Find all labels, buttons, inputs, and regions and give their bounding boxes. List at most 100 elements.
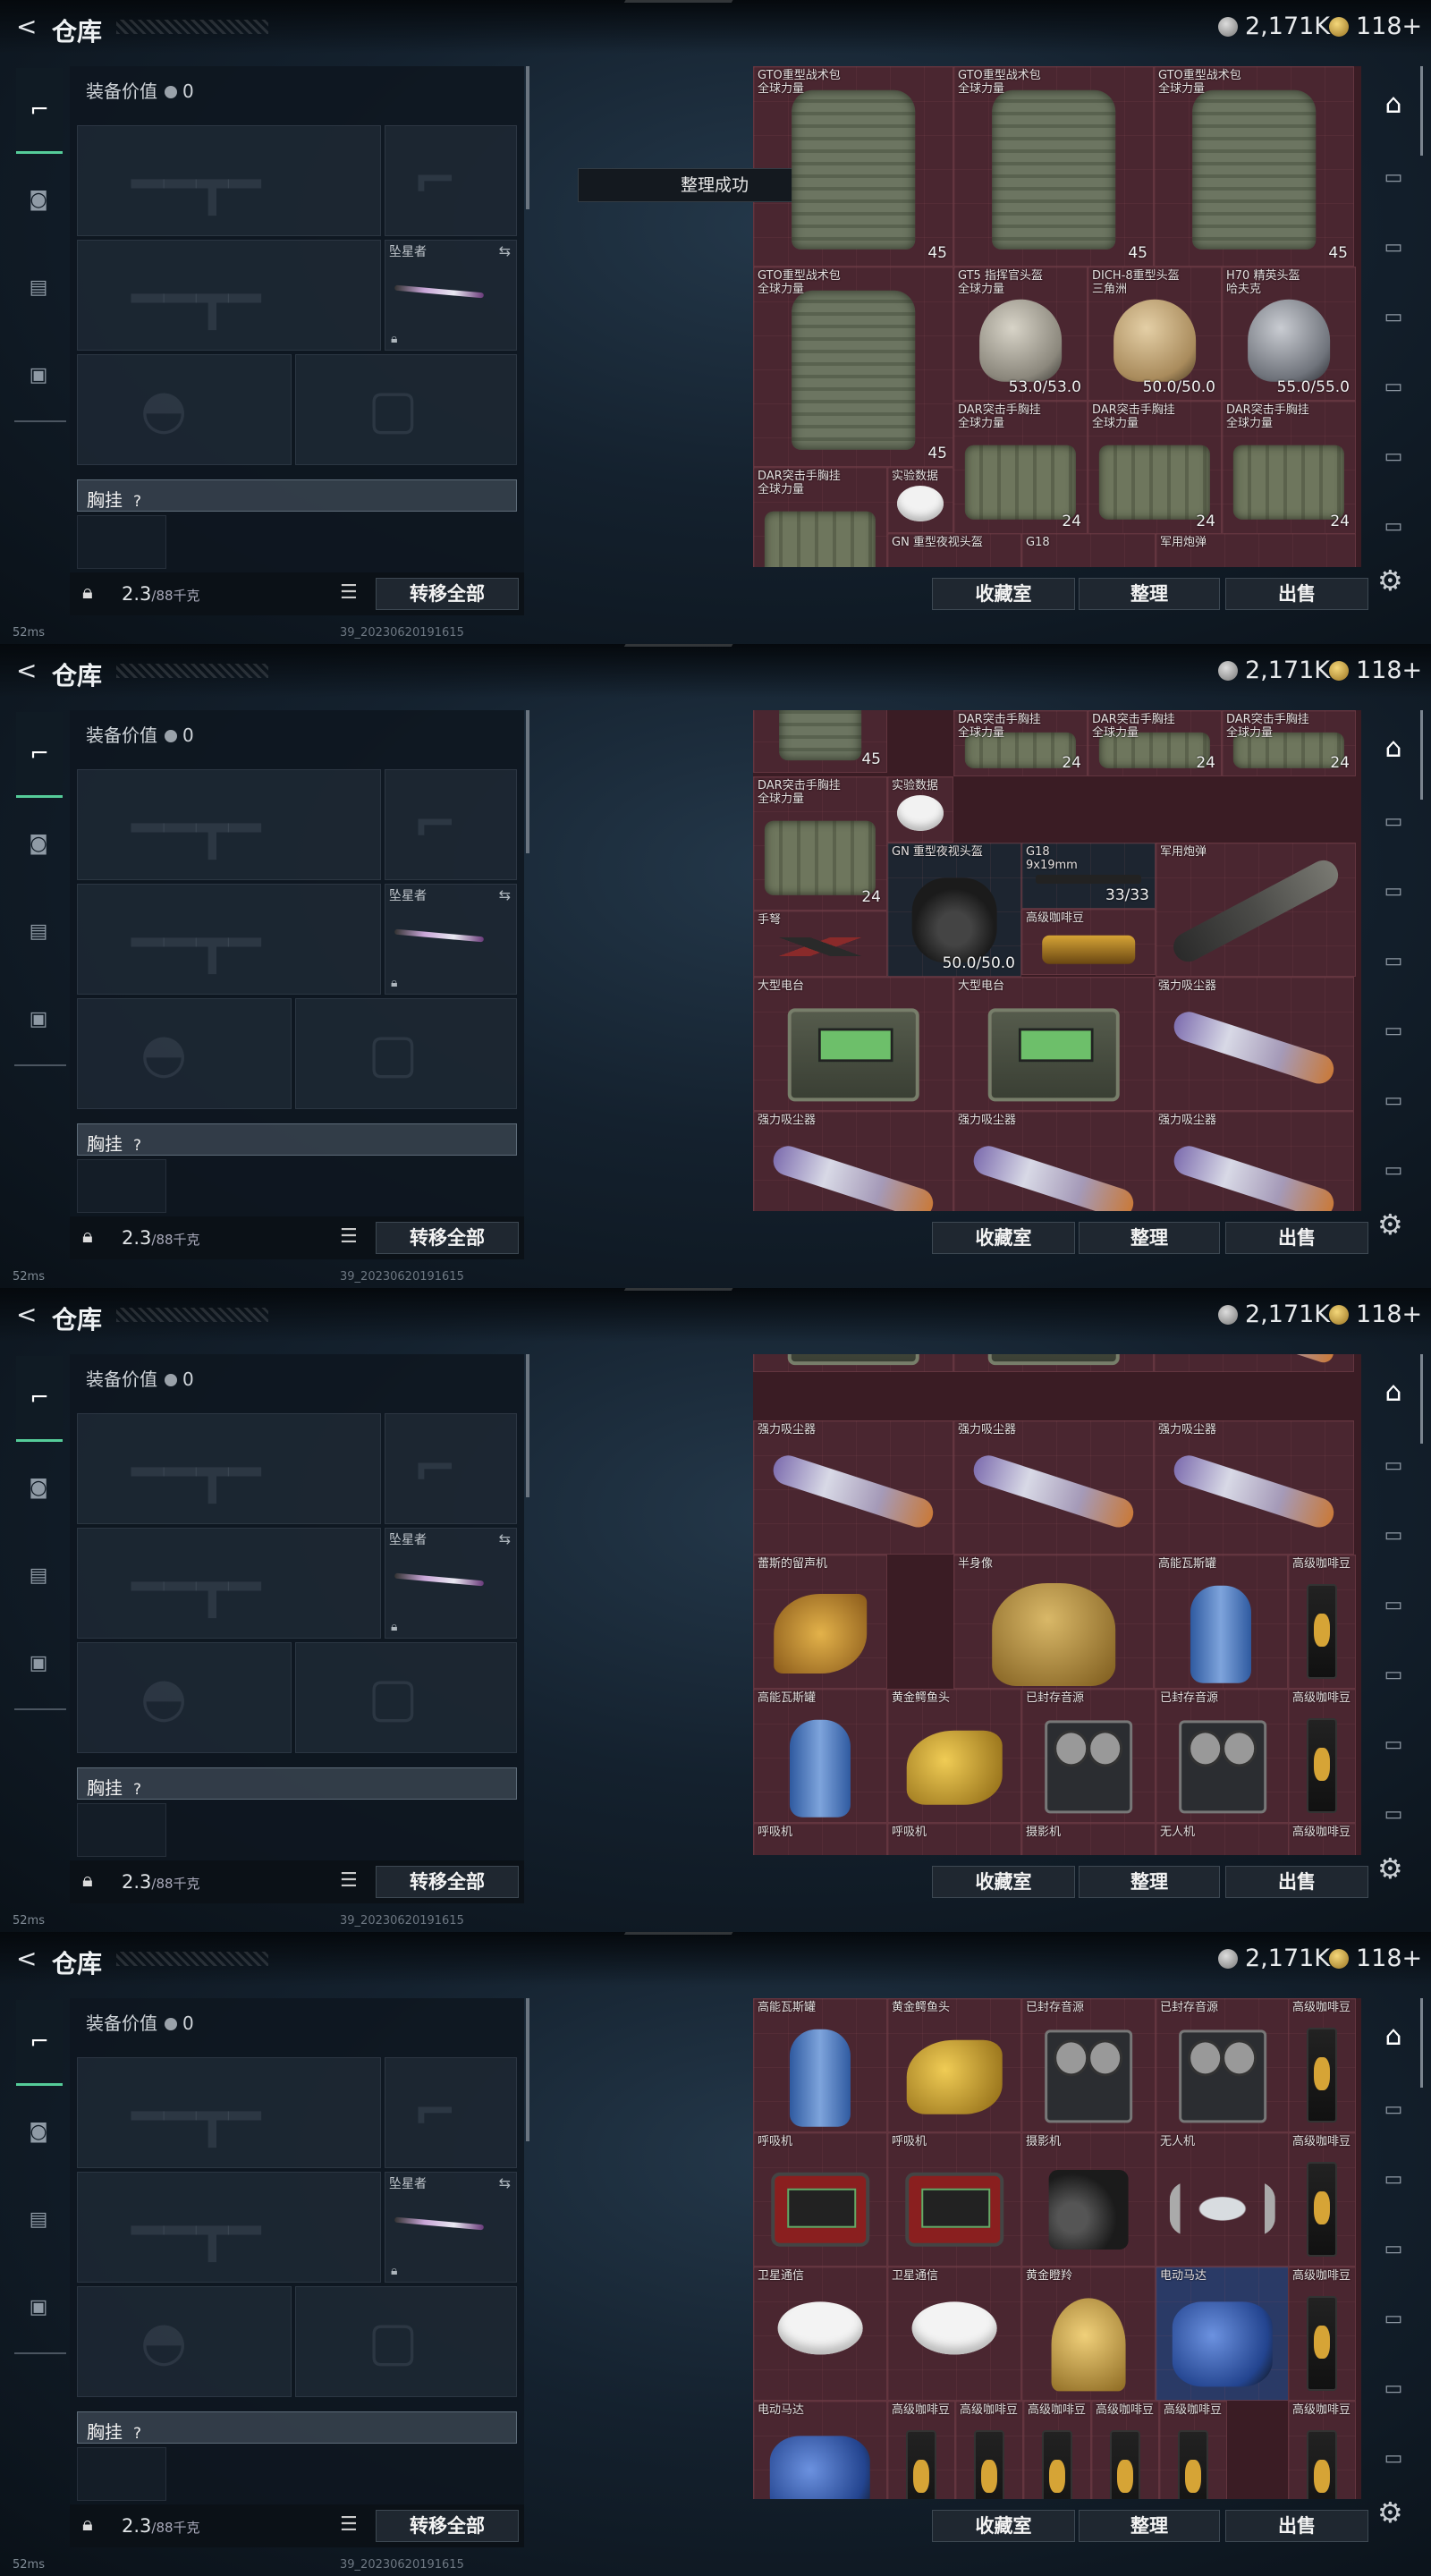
storage-item[interactable]: 高能瓦斯罐: [753, 1998, 887, 2132]
helmet-slot[interactable]: ◓: [77, 354, 292, 465]
storage-item[interactable]: 大型电台: [953, 977, 1154, 1111]
gold-currency[interactable]: 118+: [1329, 1945, 1422, 1972]
armor-tab-icon[interactable]: ◙: [18, 179, 59, 220]
storage-item[interactable]: 已封存音源: [1021, 1998, 1156, 2132]
collection-room-button[interactable]: 收藏室: [932, 578, 1075, 610]
storage-item[interactable]: 蕾斯的留声机: [753, 1555, 887, 1689]
pistol-tab-icon[interactable]: ⌐: [16, 1356, 63, 1442]
briefcase-tab-icon[interactable]: ▣: [18, 2286, 59, 2327]
warehouse-tab-icon[interactable]: ⌂: [1368, 723, 1418, 773]
swap-icon[interactable]: ⇆: [499, 242, 511, 259]
clipboard-tab-icon[interactable]: ▤: [18, 267, 59, 308]
storage-page-2-icon[interactable]: ▭: [1368, 1440, 1418, 1490]
storage-page-6-icon[interactable]: ▭: [1368, 431, 1418, 481]
storage-item[interactable]: 无人机: [1156, 1823, 1290, 1855]
chest-rig-contents[interactable]: [77, 2447, 166, 2501]
warehouse-tab-icon[interactable]: ⌂: [1368, 2011, 1418, 2061]
storage-item[interactable]: 黄金鳄鱼头: [887, 1998, 1021, 2132]
storage-item[interactable]: GTO重型战术包 全球力量 45: [753, 267, 953, 467]
storage-item[interactable]: 军用炮弹: [1156, 533, 1356, 567]
armor-slot[interactable]: ▢: [295, 2286, 517, 2397]
sort-button[interactable]: 整理: [1079, 578, 1220, 610]
storage-item[interactable]: 高级咖啡豆: [1288, 1555, 1356, 1689]
storage-item[interactable]: 呼吸机: [887, 1823, 1021, 1855]
gold-currency[interactable]: 118+: [1329, 13, 1422, 40]
storage-item[interactable]: 高级咖啡豆: [1288, 2267, 1356, 2401]
transfer-all-button[interactable]: 转移全部: [376, 578, 519, 610]
chest-rig-slot[interactable]: 胸挂?: [77, 479, 517, 512]
storage-item[interactable]: 无人机: [1156, 2132, 1290, 2267]
storage-item[interactable]: 摄影机: [1021, 2132, 1156, 2267]
primary-weapon-slot[interactable]: ━━┳━: [77, 125, 381, 236]
storage-item[interactable]: 实验数据: [887, 467, 953, 533]
back-icon[interactable]: <: [16, 1302, 37, 1327]
storage-item[interactable]: GTO重型战术包 全球力量 45: [753, 66, 953, 267]
storage-item[interactable]: 卫星通信: [753, 2267, 887, 2401]
storage-item[interactable]: 呼吸机: [887, 2132, 1021, 2267]
storage-item[interactable]: 高级咖啡豆: [1091, 2401, 1159, 2499]
pistol-slot[interactable]: ⌐: [385, 2057, 517, 2168]
storage-item[interactable]: [953, 1354, 1154, 1372]
storage-item[interactable]: 强力吸尘器: [953, 1420, 1154, 1555]
storage-item[interactable]: 强力吸尘器: [1154, 1420, 1354, 1555]
storage-item[interactable]: DAR突击手胸挂 全球力量 24: [753, 776, 887, 911]
storage-item[interactable]: GN 重型夜视头盔 50.0/50.0: [887, 843, 1021, 977]
storage-page-5-icon[interactable]: ▭: [1368, 1005, 1418, 1055]
collection-room-button[interactable]: 收藏室: [932, 2510, 1075, 2542]
transfer-all-button[interactable]: 转移全部: [376, 2510, 519, 2542]
storage-page-6-icon[interactable]: ▭: [1368, 1075, 1418, 1125]
storage-item[interactable]: H70 精英头盔 哈夫克 55.0/55.0: [1222, 267, 1356, 401]
swap-icon[interactable]: ⇆: [499, 886, 511, 903]
storage-item[interactable]: 黄金瞪羚: [1021, 2267, 1156, 2401]
sort-button[interactable]: 整理: [1079, 1222, 1220, 1254]
storage-page-4-icon[interactable]: ▭: [1368, 292, 1418, 342]
storage-item[interactable]: 强力吸尘器: [753, 1111, 953, 1211]
storage-page-3-icon[interactable]: ▭: [1368, 2154, 1418, 2204]
pistol-slot[interactable]: ⌐: [385, 769, 517, 880]
helmet-slot[interactable]: ◓: [77, 1642, 292, 1753]
storage-item[interactable]: G18: [1021, 533, 1156, 567]
list-icon[interactable]: ☰: [340, 581, 358, 604]
storage-item[interactable]: 强力吸尘器: [753, 1420, 953, 1555]
melee-slot[interactable]: 坠星者 ⇆ 🔒︎: [385, 2172, 517, 2283]
storage-item[interactable]: 高级咖啡豆: [1288, 1823, 1356, 1855]
chest-rig-slot[interactable]: 胸挂?: [77, 1767, 517, 1800]
storage-item[interactable]: 强力吸尘器: [953, 1111, 1154, 1211]
sell-button[interactable]: 出售: [1225, 1866, 1368, 1898]
transfer-all-button[interactable]: 转移全部: [376, 1866, 519, 1898]
briefcase-tab-icon[interactable]: ▣: [18, 1642, 59, 1683]
collection-room-button[interactable]: 收藏室: [932, 1222, 1075, 1254]
storage-item[interactable]: 高级咖啡豆: [1288, 2401, 1356, 2499]
storage-page-5-icon[interactable]: ▭: [1368, 1649, 1418, 1699]
storage-item[interactable]: DAR突击手胸挂 全球力量 24: [1088, 401, 1222, 535]
storage-page-2-icon[interactable]: ▭: [1368, 2084, 1418, 2134]
storage-item[interactable]: 高级咖啡豆: [1288, 2132, 1356, 2267]
storage-page-3-icon[interactable]: ▭: [1368, 1510, 1418, 1560]
storage-item[interactable]: 已封存音源: [1021, 1689, 1156, 1823]
storage-page-7-icon[interactable]: ▭: [1368, 501, 1418, 551]
pistol-slot[interactable]: ⌐: [385, 1413, 517, 1524]
secondary-weapon-slot[interactable]: ━━┳━: [77, 240, 381, 351]
armor-slot[interactable]: ▢: [295, 998, 517, 1109]
storage-item[interactable]: G18 9x19mm 33/33: [1021, 843, 1156, 909]
storage-page-2-icon[interactable]: ▭: [1368, 152, 1418, 202]
storage-item[interactable]: 高能瓦斯罐: [1154, 1555, 1288, 1689]
storage-item[interactable]: 摄影机: [1021, 1823, 1156, 1855]
warehouse-tab-icon[interactable]: ⌂: [1368, 79, 1418, 129]
storage-item[interactable]: GTO重型战术包 全球力量 45: [1154, 66, 1354, 267]
chest-rig-slot[interactable]: 胸挂?: [77, 1123, 517, 1156]
storage-item[interactable]: 已封存音源: [1156, 1689, 1290, 1823]
swap-icon[interactable]: ⇆: [499, 2174, 511, 2191]
storage-page-7-icon[interactable]: ▭: [1368, 1145, 1418, 1195]
storage-item[interactable]: 实验数据: [887, 776, 953, 843]
storage-scrollbar[interactable]: [1420, 1354, 1423, 1444]
melee-slot[interactable]: 坠星者 ⇆ 🔒︎: [385, 1528, 517, 1639]
storage-page-2-icon[interactable]: ▭: [1368, 796, 1418, 846]
sell-button[interactable]: 出售: [1225, 2510, 1368, 2542]
melee-slot[interactable]: 坠星者 ⇆ 🔒︎: [385, 240, 517, 351]
storage-page-4-icon[interactable]: ▭: [1368, 936, 1418, 986]
silver-currency[interactable]: 2,171K: [1218, 657, 1330, 684]
sort-button[interactable]: 整理: [1079, 2510, 1220, 2542]
storage-item[interactable]: DAR突击手胸挂 全球力量 24: [1222, 401, 1356, 535]
equipment-scrollbar[interactable]: [526, 1998, 529, 2141]
